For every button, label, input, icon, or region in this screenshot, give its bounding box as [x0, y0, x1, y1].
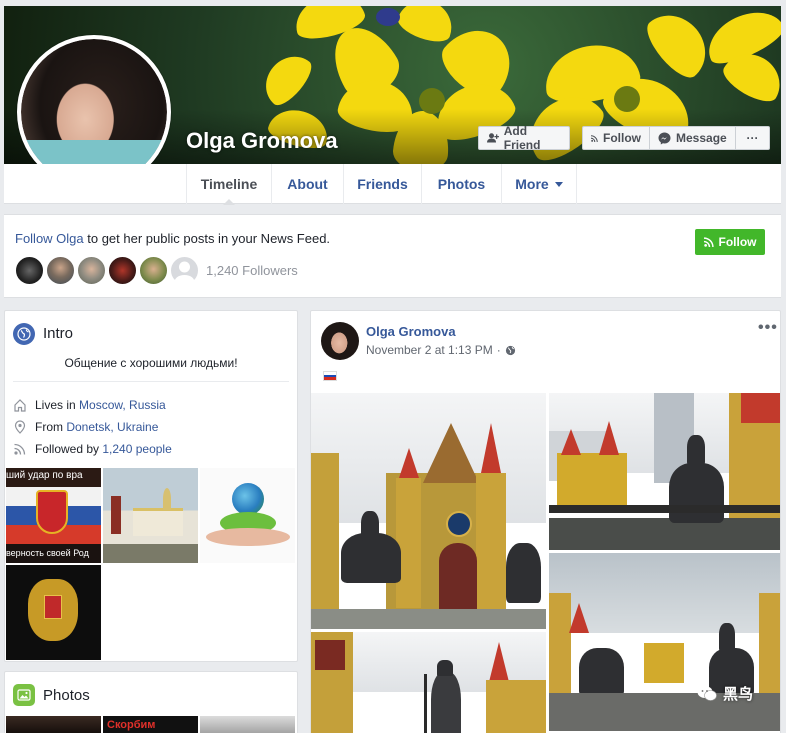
follow-olga-link[interactable]: Follow Olga [15, 231, 84, 246]
tab-about[interactable]: About [271, 164, 343, 204]
home-icon [14, 399, 26, 412]
profile-name[interactable]: Olga Gromova [186, 128, 338, 154]
photo-thumbnail-caption: Скорбим [107, 719, 156, 731]
photo-caption: верность своей Род [6, 548, 89, 558]
post-photo[interactable] [311, 632, 546, 733]
rss-icon [14, 443, 26, 455]
follower-avatar[interactable] [77, 256, 106, 285]
russia-flag-icon [323, 371, 337, 381]
post-card: Olga Gromova November 2 at 1:13 PM · ••• [310, 310, 781, 733]
tab-timeline[interactable]: Timeline [186, 164, 271, 205]
post-options-icon[interactable]: ••• [758, 319, 778, 337]
rss-icon [703, 237, 714, 247]
photo-thumbnail[interactable] [6, 716, 101, 733]
photo-caption: ший удар по вра [6, 470, 83, 481]
featured-photo[interactable] [103, 468, 198, 563]
photos-card: Photos Скорбим [4, 671, 298, 733]
photo-thumbnail[interactable] [200, 716, 295, 733]
caret-down-icon [554, 182, 563, 191]
post-meta: November 2 at 1:13 PM · [366, 343, 516, 357]
follow-label: Follow [603, 131, 641, 145]
post-author-name[interactable]: Olga Gromova [366, 324, 456, 339]
follow-button[interactable]: Follow [582, 126, 650, 150]
from-row: From Donetsk, Ukraine [13, 420, 158, 434]
followed-by-link[interactable]: 1,240 people [102, 442, 171, 456]
follow-strip: Follow Olga to get her public posts in y… [4, 214, 781, 298]
photos-icon [13, 684, 35, 706]
featured-photo[interactable]: ший удар по вра верность своей Род [6, 468, 101, 563]
from-prefix: From [35, 420, 67, 434]
wechat-icon [697, 686, 717, 701]
follower-avatar[interactable] [170, 256, 199, 285]
tab-more-label: More [515, 176, 549, 192]
featured-photo[interactable] [6, 565, 101, 660]
more-options-button[interactable]: ··· [736, 126, 770, 150]
messenger-icon [658, 132, 671, 144]
meta-separator: · [496, 343, 501, 357]
photos-title: Photos [43, 687, 90, 704]
profile-nav: Timeline About Friends Photos More [4, 164, 781, 205]
add-friend-button[interactable]: Add Friend [478, 124, 570, 152]
globe-icon [13, 323, 35, 345]
featured-photo[interactable] [200, 468, 295, 563]
watermark-text: 黑鸟 [723, 686, 754, 703]
intro-card: Intro Общение с хорошими людьми! Lives i… [4, 310, 298, 662]
follow-green-button[interactable]: Follow [695, 229, 765, 255]
follower-avatar[interactable] [108, 256, 137, 285]
tab-friends[interactable]: Friends [343, 164, 421, 204]
tab-photos[interactable]: Photos [421, 164, 501, 204]
photo-thumbnail[interactable]: Скорбим [103, 716, 198, 733]
lives-in-prefix: Lives in [35, 398, 80, 412]
from-link[interactable]: Donetsk, Ukraine [66, 420, 158, 434]
tab-more[interactable]: More [501, 164, 577, 204]
intro-bio: Общение с хорошими людьми! [64, 356, 238, 370]
followed-by-prefix: Followed by [35, 442, 103, 456]
followed-by-row: Followed by 1,240 people [13, 442, 172, 456]
message-label: Message [676, 131, 727, 145]
follow-prompt-text: to get her public posts in your News Fee… [83, 231, 331, 246]
follower-avatar[interactable] [46, 256, 75, 285]
post-photo[interactable] [549, 553, 780, 731]
follow-green-label: Follow [718, 235, 757, 249]
follow-prompt: Follow Olga to get her public posts in y… [15, 231, 330, 246]
follower-avatar[interactable] [139, 256, 168, 285]
followers-count[interactable]: 1,240 Followers [206, 263, 298, 278]
follower-avatar[interactable] [15, 256, 44, 285]
post-photo[interactable] [311, 393, 546, 629]
post-photo[interactable] [549, 393, 780, 550]
watermark: 黑鸟 [697, 683, 753, 704]
add-friend-icon [487, 133, 499, 143]
more-options-label: ··· [746, 131, 759, 145]
intro-title: Intro [43, 325, 74, 342]
globe-icon [505, 345, 515, 355]
rss-icon [591, 134, 598, 142]
add-friend-label: Add Friend [503, 124, 541, 152]
message-button[interactable]: Message [650, 126, 736, 150]
lives-in-link[interactable]: Moscow, Russia [79, 398, 166, 412]
location-pin-icon [14, 420, 26, 434]
default-avatar-icon [174, 261, 195, 284]
divider [13, 381, 289, 382]
post-author-avatar[interactable] [321, 322, 359, 360]
post-date[interactable]: November 2 at 1:13 PM [366, 343, 493, 357]
lives-in-row: Lives in Moscow, Russia [13, 398, 166, 412]
